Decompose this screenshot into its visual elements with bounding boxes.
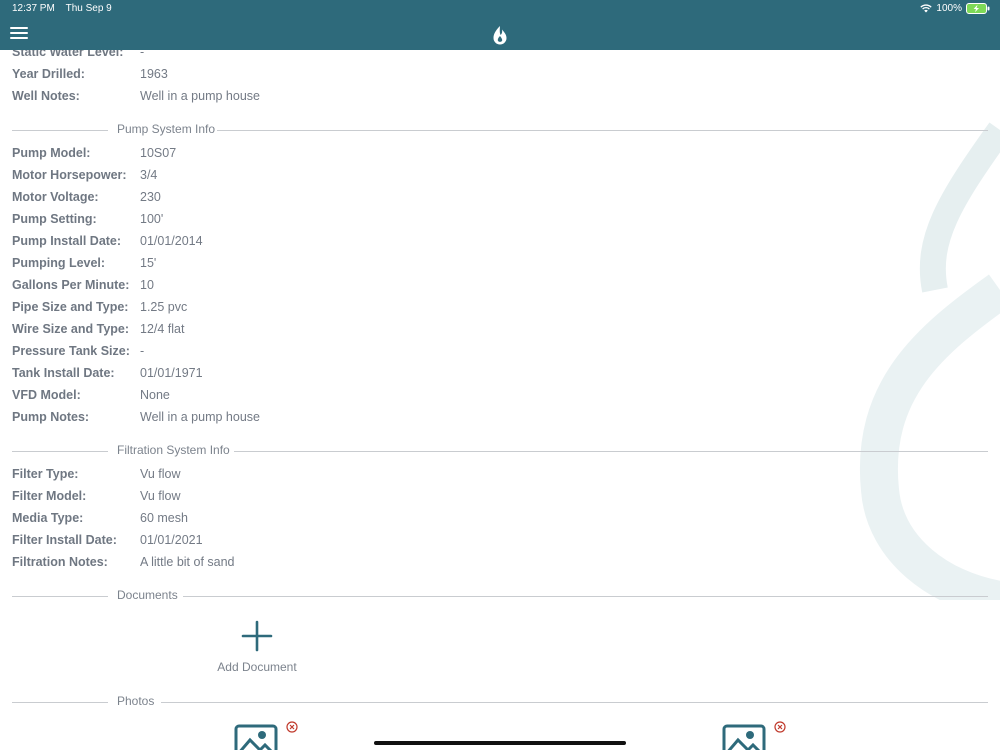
row-value: - [140,344,145,358]
status-date: Thu Sep 9 [65,3,112,14]
section-title: Pump System Info [117,122,216,136]
divider [217,130,988,131]
row-label: Well Notes: [12,89,80,103]
row-label: Pump Setting: [12,212,97,226]
row-value: 60 mesh [140,511,188,525]
row-value: 1963 [140,67,168,81]
row-value: Vu flow [140,489,181,503]
row-label: Media Type: [12,511,84,525]
row-label: Filter Install Date: [12,533,117,547]
section-title: Documents [117,588,178,602]
row-label: Pipe Size and Type: [12,300,129,314]
row-label: Gallons Per Minute: [12,278,130,292]
row-value: 10 [140,278,154,292]
row-value: Well in a pump house [140,89,260,103]
row-value: Well in a pump house [140,410,260,424]
add-document-button[interactable]: Add Document [212,620,302,674]
row-label: Pumping Level: [12,256,106,270]
status-clock: 12:37 PM [12,3,55,14]
row-value: A little bit of sand [140,555,235,569]
section-header-pump-system: Pump System Info [12,121,988,139]
wifi-icon [920,4,933,13]
row-value: 12/4 flat [140,322,185,336]
row-label: Tank Install Date: [12,366,115,380]
row-value: 1.25 pvc [140,300,188,314]
row-value: - [140,50,145,59]
photo-thumbnail-icon[interactable] [722,720,766,750]
section-title: Photos [117,694,155,708]
row-value: 10S07 [140,146,177,160]
row-value: 15' [140,256,157,270]
row-value: 100' [140,212,164,226]
status-time: 12:37 PM Thu Sep 9 [12,3,112,14]
row-value: Vu flow [140,467,181,481]
section-title: Filtration System Info [117,443,230,457]
divider [12,596,108,597]
row-label: Pump Install Date: [12,234,122,248]
row-label: Pump Notes: [12,410,90,424]
row-label: Motor Horsepower: [12,168,127,182]
row-label: Filter Model: [12,489,87,503]
section-header-filtration-system: Filtration System Info [12,442,988,460]
row-label: Pressure Tank Size: [12,344,130,358]
photo-thumbnail-icon[interactable] [234,720,278,750]
section-header-documents: Documents [12,587,988,605]
flame-logo-icon [493,26,507,45]
row-value: None [140,388,170,402]
row-label: VFD Model: [12,388,81,402]
divider [12,451,108,452]
home-indicator[interactable] [374,741,626,745]
row-value: 01/01/2021 [140,533,203,547]
row-label: Wire Size and Type: [12,322,130,336]
divider [183,596,988,597]
battery-percent: 100% [936,3,962,14]
row-value: 3/4 [140,168,158,182]
details-content[interactable]: Static Water Level: - Year Drilled: 1963… [0,50,1000,750]
row-label: Pump Model: [12,146,91,160]
row-label: Motor Voltage: [12,190,99,204]
row-value: 01/01/1971 [140,366,203,380]
divider [234,451,988,452]
row-value: 230 [140,190,161,204]
remove-photo-icon[interactable] [286,721,298,733]
row-label: Filter Type: [12,467,79,481]
hamburger-menu-icon[interactable] [10,27,28,40]
remove-photo-icon[interactable] [774,721,786,733]
section-header-photos: Photos [12,693,988,711]
row-label: Year Drilled: [12,67,85,81]
divider [161,702,988,703]
row-label: Filtration Notes: [12,555,108,569]
divider [12,702,108,703]
add-document-label: Add Document [217,660,297,674]
status-indicators: 100% [920,3,990,14]
row-label: Static Water Level: [12,50,124,59]
plus-icon [241,620,273,652]
row-value: 01/01/2014 [140,234,203,248]
top-bar: 12:37 PM Thu Sep 9 100% [0,0,1000,50]
divider [12,130,108,131]
battery-icon [966,3,990,14]
